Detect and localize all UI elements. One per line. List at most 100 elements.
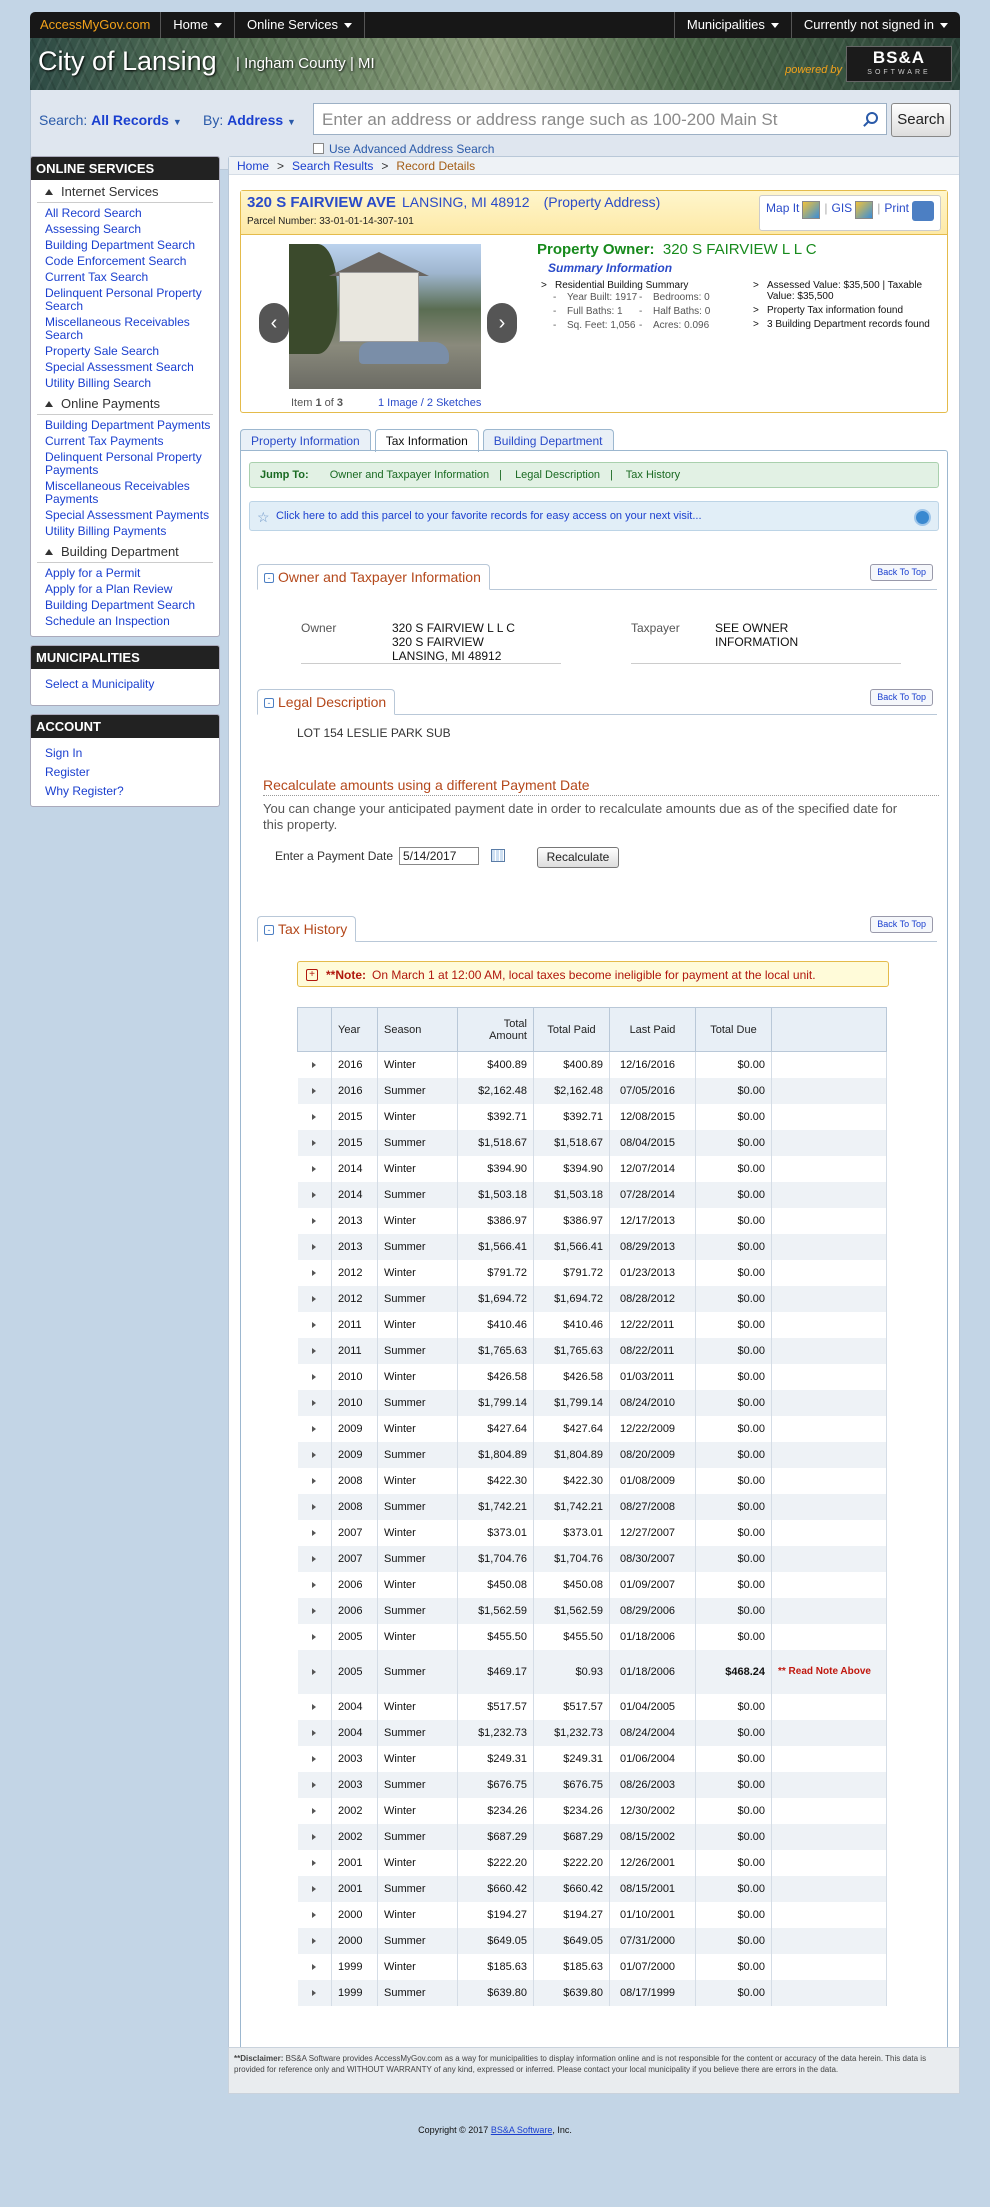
table-row[interactable]: 2009 Summer $1,804.89 $1,804.89 08/20/2009 $0… xyxy=(297,1441,887,1468)
expand-row-icon[interactable] xyxy=(312,1477,317,1484)
property-photo[interactable] xyxy=(289,244,481,389)
row-expand[interactable] xyxy=(297,1311,332,1338)
row-expand[interactable] xyxy=(297,1155,332,1182)
expand-row-icon[interactable] xyxy=(312,1139,317,1146)
table-row[interactable]: 2006 Winter $450.08 $450.08 01/09/2007 $0.00 xyxy=(297,1571,887,1598)
row-expand[interactable] xyxy=(297,1545,332,1572)
row-expand[interactable] xyxy=(297,1389,332,1416)
expand-row-icon[interactable] xyxy=(312,1295,317,1302)
table-row[interactable]: 2003 Summer $676.75 $676.75 08/26/2003 $0.00 xyxy=(297,1771,887,1798)
expand-row-icon[interactable] xyxy=(312,1243,317,1250)
row-expand[interactable] xyxy=(297,1927,332,1954)
row-expand[interactable] xyxy=(297,1337,332,1364)
table-row[interactable]: 2002 Winter $234.26 $234.26 12/30/2002 $0.00 xyxy=(297,1797,887,1824)
recalculate-button[interactable]: Recalculate xyxy=(537,847,619,868)
table-row[interactable]: 2007 Winter $373.01 $373.01 12/27/2007 $0.00 xyxy=(297,1519,887,1546)
breadcrumb-home[interactable]: Home xyxy=(237,159,269,173)
expand-row-icon[interactable] xyxy=(312,1373,317,1380)
select-municipality-link[interactable]: Select a Municipality xyxy=(31,677,219,693)
municipalities-menu[interactable]: Municipalities xyxy=(673,12,791,38)
expand-row-icon[interactable] xyxy=(312,1087,317,1094)
expand-row-icon[interactable] xyxy=(312,1833,317,1840)
row-expand[interactable] xyxy=(297,1467,332,1494)
tab-tax-information[interactable]: Tax Information xyxy=(374,429,479,452)
row-expand[interactable] xyxy=(297,1571,332,1598)
bsa-logo[interactable]: BS&A SOFTWARE xyxy=(846,46,952,82)
building-department-group[interactable]: Building Department xyxy=(37,540,213,563)
sidebar-link[interactable]: Special Assessment Search xyxy=(31,360,219,376)
sidebar-link[interactable]: Delinquent Personal Property Payments xyxy=(31,450,219,479)
table-row[interactable]: 1999 Winter $185.63 $185.63 01/07/2000 $0.00 xyxy=(297,1953,887,1980)
row-expand[interactable] xyxy=(297,1207,332,1234)
sidebar-link[interactable]: Utility Billing Payments xyxy=(31,524,219,540)
sidebar-link[interactable]: Miscellaneous Receivables Payments xyxy=(31,479,219,508)
advanced-search-checkbox[interactable] xyxy=(313,143,324,154)
jump-tax-history-link[interactable]: Tax History xyxy=(626,469,680,481)
table-row[interactable]: 2016 Winter $400.89 $400.89 12/16/2016 $0.00 xyxy=(297,1051,887,1078)
table-row[interactable]: 2012 Summer $1,694.72 $1,694.72 08/28/2012 $0… xyxy=(297,1285,887,1312)
table-row[interactable]: 2000 Winter $194.27 $194.27 01/10/2001 $0.00 xyxy=(297,1901,887,1928)
table-row[interactable]: 2015 Summer $1,518.67 $1,518.67 08/04/2015 $0… xyxy=(297,1129,887,1156)
expand-row-icon[interactable] xyxy=(312,1668,317,1675)
expand-row-icon[interactable] xyxy=(312,1555,317,1562)
print-button[interactable]: Print xyxy=(884,201,934,221)
row-expand[interactable] xyxy=(297,1849,332,1876)
row-expand[interactable] xyxy=(297,1797,332,1824)
row-expand[interactable] xyxy=(297,1285,332,1312)
expand-row-icon[interactable] xyxy=(312,1321,317,1328)
table-row[interactable]: 2002 Summer $687.29 $687.29 08/15/2002 $0.00 xyxy=(297,1823,887,1850)
row-expand[interactable] xyxy=(297,1901,332,1928)
table-row[interactable]: 2008 Winter $422.30 $422.30 01/08/2009 $0.00 xyxy=(297,1467,887,1494)
breadcrumb-search-results[interactable]: Search Results xyxy=(292,159,373,173)
row-expand[interactable] xyxy=(297,1719,332,1746)
expand-row-icon[interactable] xyxy=(312,1399,317,1406)
sidebar-link[interactable]: Building Department Search xyxy=(31,598,219,614)
row-expand[interactable] xyxy=(297,1875,332,1902)
expand-row-icon[interactable] xyxy=(312,1165,317,1172)
row-expand[interactable] xyxy=(297,1051,332,1078)
home-menu[interactable]: Home xyxy=(161,12,235,38)
table-row[interactable]: 2010 Winter $426.58 $426.58 01/03/2011 $0.00 xyxy=(297,1363,887,1390)
search-scope[interactable]: Search: All Records ▼ xyxy=(39,112,182,128)
jump-owner-link[interactable]: Owner and Taxpayer Information xyxy=(330,469,489,481)
table-row[interactable]: 2012 Winter $791.72 $791.72 01/23/2013 $0.00 xyxy=(297,1259,887,1286)
row-expand[interactable] xyxy=(297,1979,332,2006)
sidebar-link[interactable]: Miscellaneous Receivables Search xyxy=(31,315,219,344)
sidebar-link[interactable]: Current Tax Payments xyxy=(31,434,219,450)
sidebar-link[interactable]: Delinquent Personal Property Search xyxy=(31,286,219,315)
expand-row-icon[interactable] xyxy=(312,1451,317,1458)
company-link[interactable]: BS&A Software xyxy=(491,2125,553,2135)
row-expand[interactable] xyxy=(297,1623,332,1650)
row-expand[interactable] xyxy=(297,1745,332,1772)
sidebar-link[interactable]: All Record Search xyxy=(31,206,219,222)
table-row[interactable]: 2001 Winter $222.20 $222.20 12/26/2001 $0.00 xyxy=(297,1849,887,1876)
gis-button[interactable]: GIS xyxy=(832,201,874,219)
expand-row-icon[interactable] xyxy=(312,1607,317,1614)
expand-row-icon[interactable] xyxy=(312,1989,317,1996)
expand-row-icon[interactable] xyxy=(312,1755,317,1762)
search-button[interactable]: Search xyxy=(891,103,951,137)
expand-row-icon[interactable] xyxy=(312,1113,317,1120)
signin-link[interactable]: Sign In xyxy=(31,746,219,762)
help-icon[interactable] xyxy=(914,509,931,526)
table-row[interactable]: 1999 Summer $639.80 $639.80 08/17/1999 $0.00 xyxy=(297,1979,887,2006)
back-to-top-button[interactable]: Back To Top xyxy=(870,689,933,706)
table-row[interactable]: 2005 Winter $455.50 $455.50 01/18/2006 $0.00 xyxy=(297,1623,887,1650)
table-row[interactable]: 2010 Summer $1,799.14 $1,799.14 08/24/2010 $0… xyxy=(297,1389,887,1416)
expand-row-icon[interactable] xyxy=(312,1911,317,1918)
map-it-button[interactable]: Map It xyxy=(766,201,821,219)
expand-row-icon[interactable] xyxy=(312,1885,317,1892)
sidebar-link[interactable]: Assessing Search xyxy=(31,222,219,238)
sidebar-link[interactable]: Apply for a Permit xyxy=(31,566,219,582)
back-to-top-button[interactable]: Back To Top xyxy=(870,916,933,933)
table-row[interactable]: 2016 Summer $2,162.48 $2,162.48 07/05/2016 $0… xyxy=(297,1077,887,1104)
expand-row-icon[interactable] xyxy=(312,1269,317,1276)
table-row[interactable]: 2011 Winter $410.46 $410.46 12/22/2011 $0.00 xyxy=(297,1311,887,1338)
table-row[interactable]: 2004 Winter $517.57 $517.57 01/04/2005 $0.00 xyxy=(297,1693,887,1720)
sidebar-link[interactable]: Code Enforcement Search xyxy=(31,254,219,270)
row-expand[interactable] xyxy=(297,1519,332,1546)
expand-row-icon[interactable] xyxy=(312,1729,317,1736)
legal-section-tab[interactable]: - Legal Description xyxy=(257,689,396,715)
table-row[interactable]: 2011 Summer $1,765.63 $1,765.63 08/22/2011 $0… xyxy=(297,1337,887,1364)
why-register-link[interactable]: Why Register? xyxy=(31,784,219,800)
